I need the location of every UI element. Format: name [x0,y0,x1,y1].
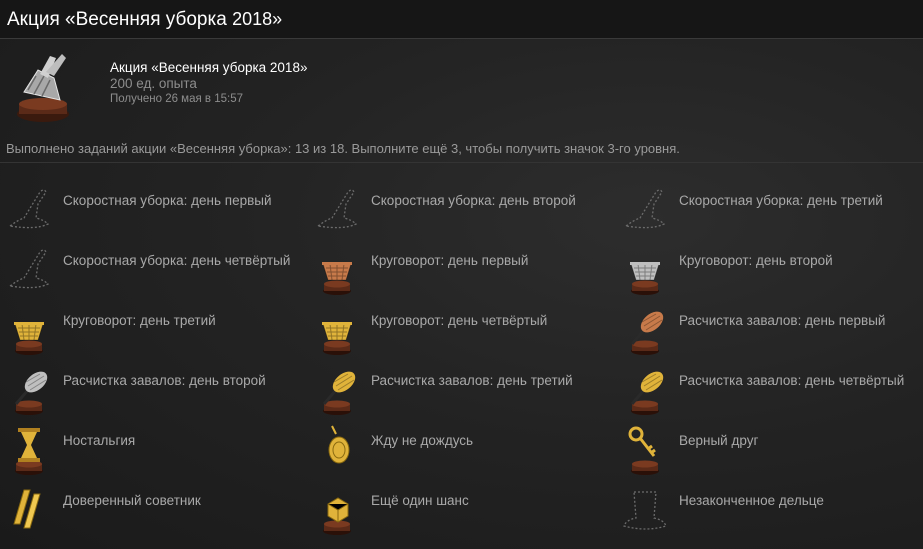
feather-duster-silver-icon [6,364,52,416]
badge-item[interactable]: Верный друг [616,420,916,480]
witch-hat-outline-icon [6,184,52,236]
divider [0,162,923,163]
page-title: Акция «Весенняя уборка 2018» [7,9,282,31]
badge-item[interactable]: Расчистка завалов: день второй [0,360,300,420]
witch-hat-outline-icon [622,184,668,236]
badge-label: Расчистка завалов: день первый [679,313,886,328]
top-hat-outline-icon [622,484,668,536]
badge-label: Круговорот: день четвёртый [371,313,548,328]
pocket-watch-gold-icon [314,424,360,476]
badge-item[interactable]: Расчистка завалов: день первый [616,300,916,360]
gold-bars-icon [6,484,52,536]
badge-label: Круговорот: день третий [63,313,216,328]
badge-item[interactable]: Расчистка завалов: день четвёртый [616,360,916,420]
broom-dustpan-trophy-icon [10,52,76,124]
page-title-year: 2018» [232,9,283,29]
badge-label: Верный друг [679,433,759,448]
key-gold-icon [622,424,668,476]
badge-item[interactable]: Ещё один шанс [308,480,608,540]
achievements-page: Акция «Весенняя уборка 2018» Акция «Весе… [0,0,923,549]
dice-gold-icon [314,484,360,536]
basket-bronze-icon [314,244,360,296]
badge-label: Скоростная уборка: день первый [63,193,272,208]
page-title-main: Акция «Весенняя уборка [7,9,233,30]
feather-duster-bronze-icon [622,304,668,356]
badge-label: Расчистка завалов: день третий [371,373,573,388]
witch-hat-outline-icon [314,184,360,236]
badge-label: Скоростная уборка: день четвёртый [63,253,291,268]
progress-text: Выполнено заданий акции «Весенняя уборка… [6,141,680,156]
feather-duster-gold-icon [314,364,360,416]
badge-label: Доверенный советник [63,493,201,508]
badge-item[interactable]: Незаконченное дельце [616,480,916,540]
page-header: Акция «Весенняя уборка 2018» [0,0,923,39]
witch-hat-outline-icon [6,244,52,296]
summary-block: Акция «Весенняя уборка 2018» 200 ед. опы… [110,60,307,106]
badge-item[interactable]: Скоростная уборка: день первый [0,180,300,240]
badge-label: Расчистка завалов: день второй [63,373,266,388]
basket-silver-icon [622,244,668,296]
summary-name: Акция «Весенняя уборка 2018» [110,60,308,75]
badge-item[interactable]: Круговорот: день четвёртый [308,300,608,360]
badge-item[interactable]: Круговорот: день второй [616,240,916,300]
badge-item[interactable]: Круговорот: день первый [308,240,608,300]
badge-label: Ностальгия [63,433,136,448]
badge-label: Незаконченное дельце [679,493,824,508]
badge-item[interactable]: Жду не дождусь [308,420,608,480]
badge-label: Ещё один шанс [371,493,469,508]
badge-label: Круговорот: день первый [371,253,529,268]
feather-duster-gold-icon [622,364,668,416]
hourglass-gold-icon [6,424,52,476]
badge-item[interactable]: Расчистка завалов: день третий [308,360,608,420]
badge-item[interactable]: Ностальгия [0,420,300,480]
badge-item[interactable]: Круговорот: день третий [0,300,300,360]
badge-item[interactable]: Скоростная уборка: день второй [308,180,608,240]
badge-item[interactable]: Скоростная уборка: день третий [616,180,916,240]
badge-label: Скоростная уборка: день третий [679,193,883,208]
badge-item[interactable]: Скоростная уборка: день четвёртый [0,240,300,300]
badge-label: Жду не дождусь [371,433,474,448]
basket-gold-icon [314,304,360,356]
basket-gold-icon [6,304,52,356]
summary-unlock-date: Получено 26 мая в 15:57 [110,93,243,105]
badge-label: Круговорот: день второй [679,253,833,268]
badge-item[interactable]: Доверенный советник [0,480,300,540]
badge-label: Скоростная уборка: день второй [371,193,576,208]
summary-xp: 200 ед. опыта [110,76,197,91]
badge-label: Расчистка завалов: день четвёртый [679,373,905,388]
